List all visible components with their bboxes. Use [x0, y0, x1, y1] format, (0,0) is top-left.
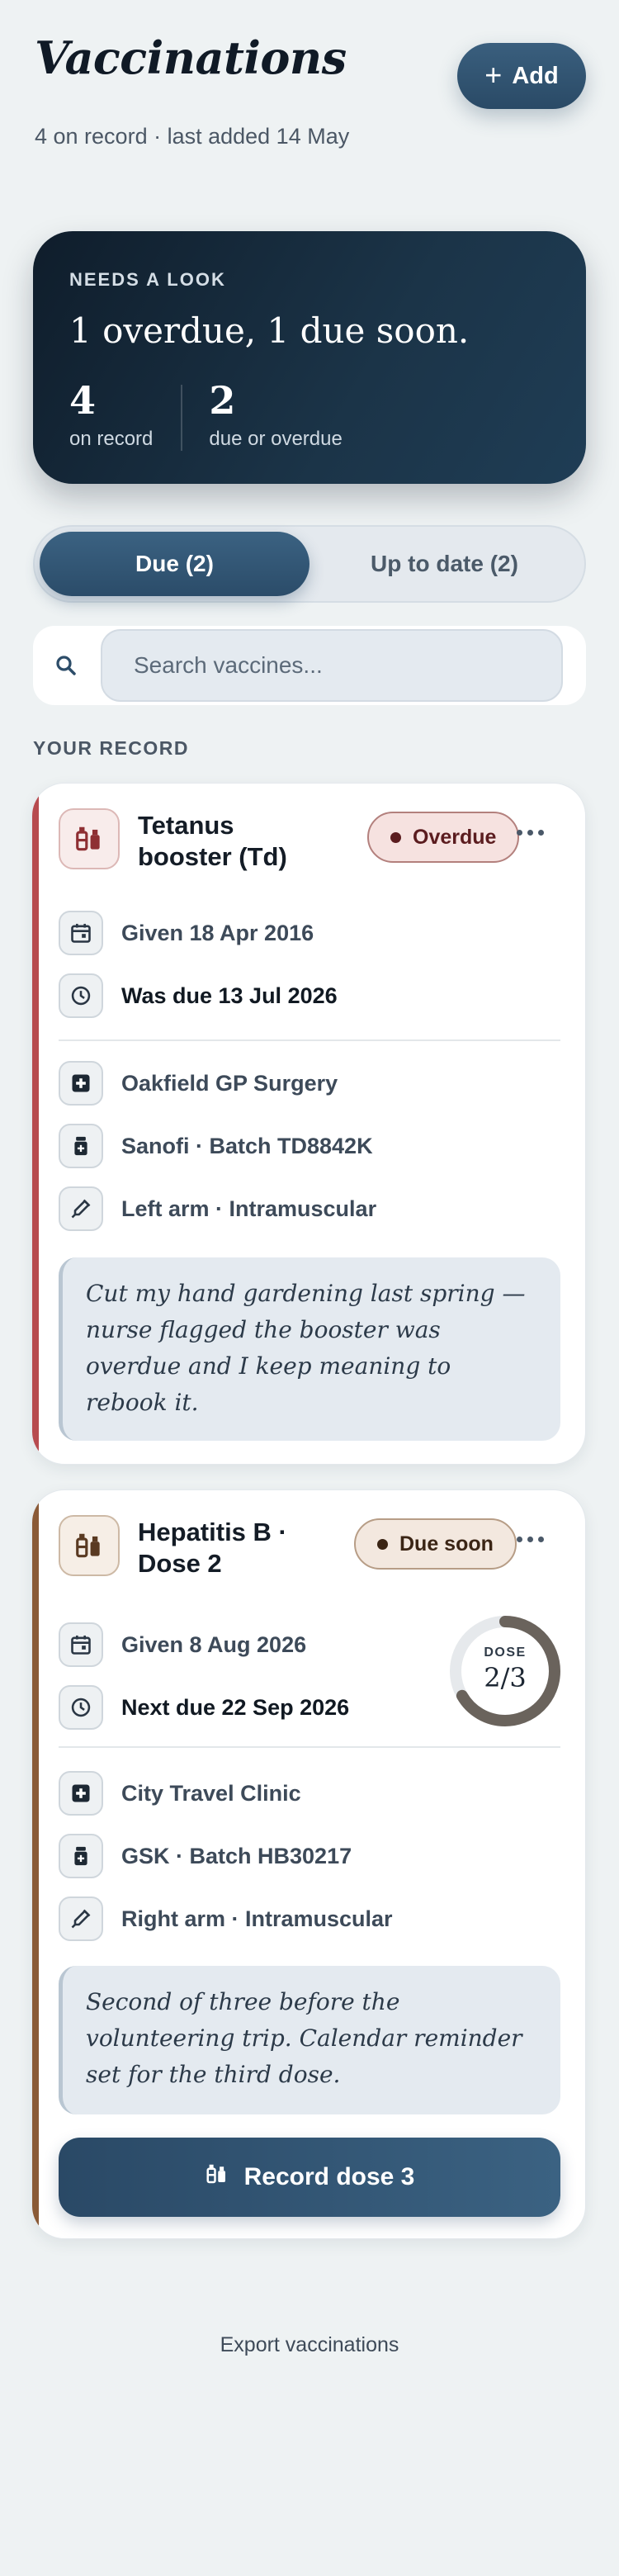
vial-icon — [59, 1515, 120, 1576]
summary-stats: 4 on record 2 due or overdue — [69, 378, 343, 451]
vial-icon — [205, 2162, 229, 2193]
section-label: YOUR RECORD — [33, 737, 190, 759]
search-bar — [33, 626, 586, 705]
summary-card: NEEDS A LOOK 1 overdue, 1 due soon. 4 on… — [33, 231, 586, 484]
clock-icon — [59, 1685, 103, 1730]
status-badge: Overdue — [367, 812, 520, 863]
divider — [59, 1746, 560, 1748]
vial-icon — [59, 808, 120, 869]
dose-progress-ring: DOSE 2/3 — [448, 1614, 562, 1728]
clinic-row: Oakfield GP Surgery — [59, 1061, 338, 1106]
status-stripe — [32, 784, 39, 1464]
vaccine-card-hepatitis-b[interactable]: Hepatitis B · Dose 2 Due soon Given 8 Au… — [31, 1489, 586, 2239]
batch-info: Sanofi · Batch TD8842K — [121, 1133, 373, 1158]
clinic-row: City Travel Clinic — [59, 1771, 301, 1816]
due-row: Next due 22 Sep 2026 — [59, 1685, 349, 1730]
export-link[interactable]: Export vaccinations — [0, 2333, 619, 2357]
filter-tabs: Due (2) Up to date (2) — [33, 525, 586, 603]
divider — [59, 1039, 560, 1041]
tab-up-to-date[interactable]: Up to date (2) — [310, 532, 579, 596]
page-subtitle: 4 on record · last added 14 May — [35, 124, 350, 149]
syringe-icon — [59, 1896, 103, 1941]
stat-label: due or overdue — [209, 428, 343, 450]
card-header: Hepatitis B · Dose 2 Due soon — [59, 1515, 560, 1581]
calendar-icon — [59, 1622, 103, 1667]
add-button[interactable]: + Add — [457, 43, 586, 109]
given-date: Given 8 Aug 2026 — [121, 1631, 307, 1657]
status-dot — [390, 831, 401, 843]
search-input[interactable] — [101, 629, 563, 702]
status-badge: Due soon — [354, 1518, 517, 1570]
medicine-bottle-icon — [59, 1834, 103, 1878]
personal-note: Cut my hand gardening last spring — nurs… — [59, 1257, 560, 1441]
vaccine-card-tetanus[interactable]: Tetanus booster (Td) Overdue Given 18 Ap… — [31, 783, 586, 1465]
stat-label: on record — [69, 428, 154, 450]
syringe-icon — [59, 1186, 103, 1231]
personal-note: Second of three before the volunteering … — [59, 1966, 560, 2114]
stat-divider — [181, 385, 183, 451]
summary-eyebrow: NEEDS A LOOK — [69, 269, 226, 290]
vaccine-name: Hepatitis B · Dose 2 — [138, 1518, 287, 1578]
batch-row: GSK · Batch HB30217 — [59, 1834, 352, 1878]
search-icon — [33, 653, 99, 678]
add-button-label: Add — [512, 62, 559, 89]
status-stripe — [32, 1490, 39, 2238]
status-dot — [377, 1538, 388, 1550]
summary-headline: 1 overdue, 1 due soon. — [69, 310, 470, 351]
medical-cross-icon — [59, 1061, 103, 1106]
dose-label: DOSE — [484, 1646, 527, 1660]
clinic-name: Oakfield GP Surgery — [121, 1070, 338, 1096]
given-row: Given 18 Apr 2016 — [59, 911, 314, 955]
dose-value: 2/3 — [484, 1662, 527, 1693]
page-title: Vaccinations — [35, 31, 347, 84]
medicine-bottle-icon — [59, 1124, 103, 1168]
stat-value: 4 — [69, 378, 97, 423]
given-date: Given 18 Apr 2016 — [121, 920, 314, 945]
clinic-name: City Travel Clinic — [121, 1780, 301, 1806]
due-row: Was due 13 Jul 2026 — [59, 973, 338, 1018]
card-header: Tetanus booster (Td) Overdue — [59, 808, 560, 874]
site-row: Left arm · Intramuscular — [59, 1186, 376, 1231]
more-options-icon[interactable] — [517, 1537, 544, 1542]
injection-site: Right arm · Intramuscular — [121, 1906, 393, 1931]
record-dose-button[interactable]: Record dose 3 — [59, 2138, 560, 2217]
clock-icon — [59, 973, 103, 1018]
stat-due: 2 due or overdue — [209, 378, 342, 451]
injection-site: Left arm · Intramuscular — [121, 1196, 377, 1221]
batch-info: GSK · Batch HB30217 — [121, 1843, 352, 1868]
plus-icon: + — [484, 57, 503, 92]
calendar-icon — [59, 911, 103, 955]
status-label: Overdue — [413, 825, 497, 849]
medical-cross-icon — [59, 1771, 103, 1816]
vaccine-name: Tetanus booster (Td) — [138, 811, 287, 871]
tab-due[interactable]: Due (2) — [40, 532, 310, 596]
more-options-icon[interactable] — [517, 830, 544, 836]
given-row: Given 8 Aug 2026 — [59, 1622, 306, 1667]
site-row: Right arm · Intramuscular — [59, 1896, 393, 1941]
due-date: Next due 22 Sep 2026 — [121, 1694, 350, 1720]
stat-on-record: 4 on record — [69, 378, 153, 451]
status-label: Due soon — [399, 1532, 494, 1556]
stat-value: 2 — [209, 378, 236, 423]
due-date: Was due 13 Jul 2026 — [121, 983, 338, 1008]
record-dose-label: Record dose 3 — [243, 2163, 415, 2190]
batch-row: Sanofi · Batch TD8842K — [59, 1124, 373, 1168]
